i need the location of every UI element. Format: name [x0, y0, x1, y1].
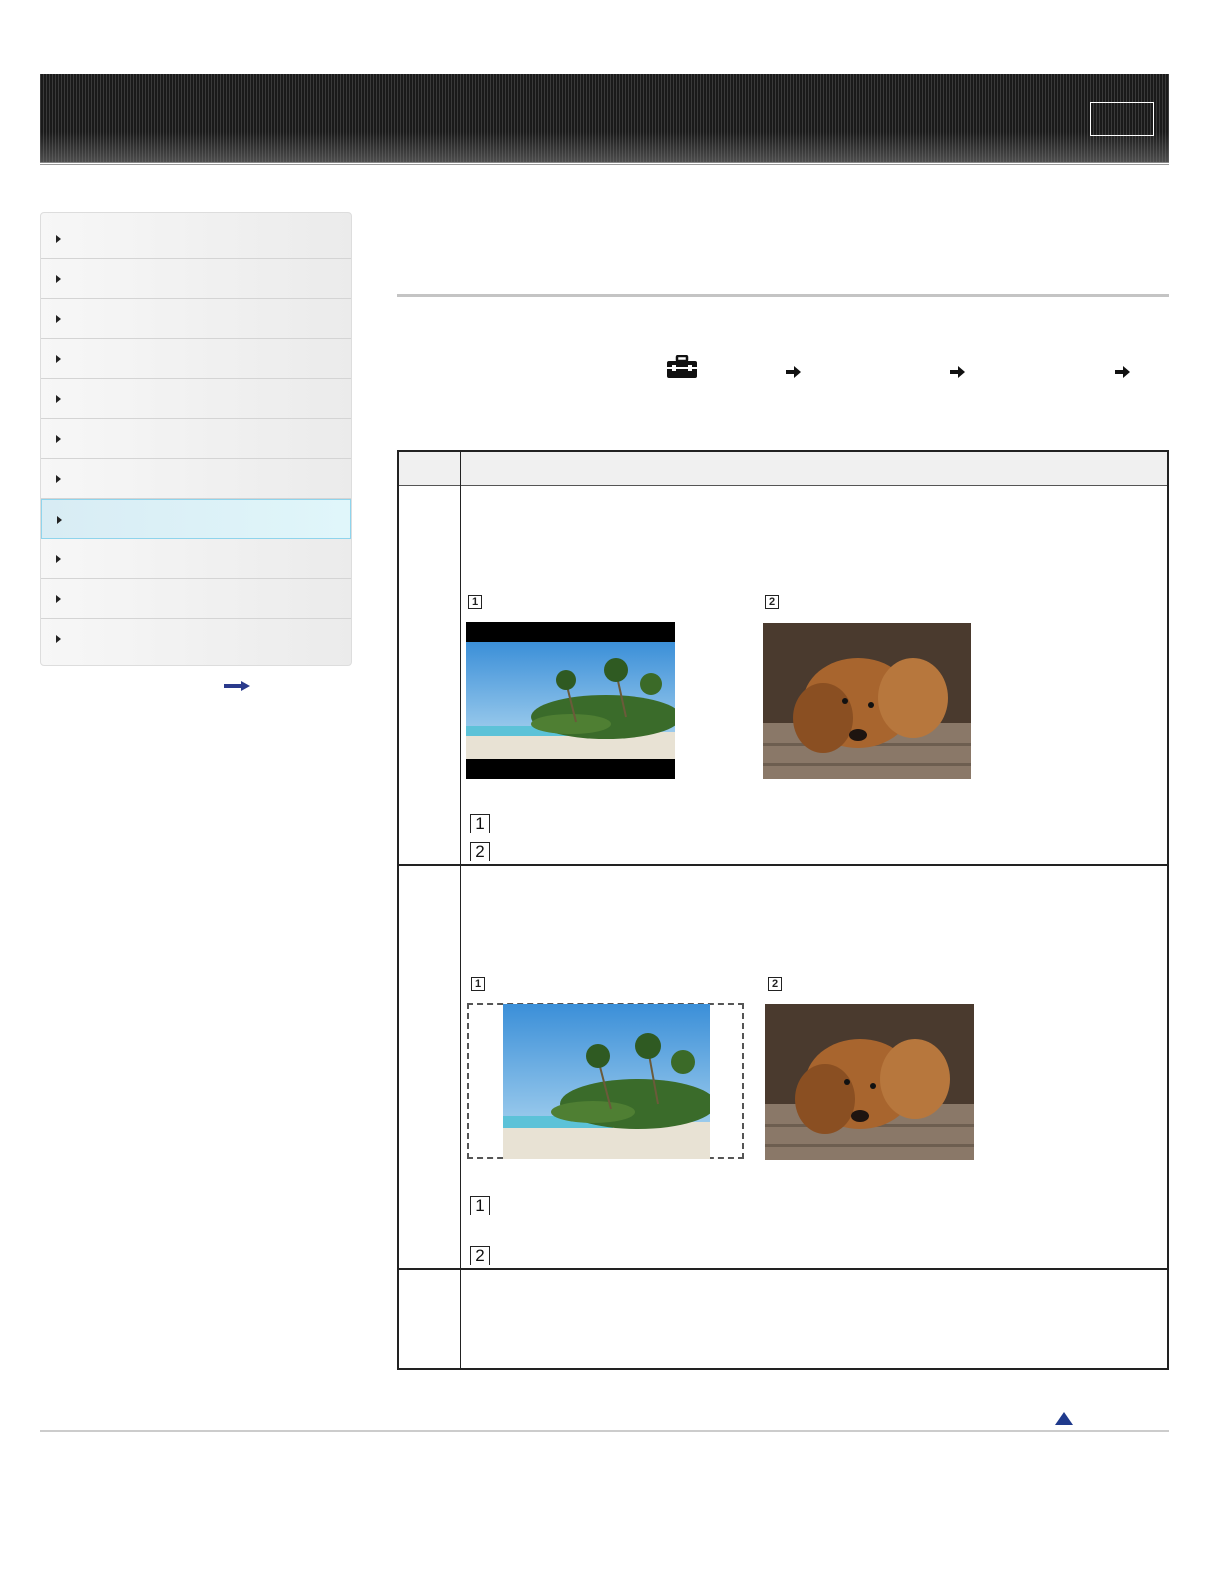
note-marker: 2	[470, 1246, 490, 1265]
note-marker: 1	[470, 814, 490, 833]
sidebar-item[interactable]	[41, 539, 351, 579]
triangle-right-icon	[57, 516, 62, 524]
column-divider	[460, 452, 461, 1368]
marker-label: 1	[468, 595, 482, 609]
sidebar-item[interactable]	[41, 379, 351, 419]
arrow-right-icon[interactable]	[224, 681, 250, 691]
sidebar-item[interactable]	[41, 579, 351, 619]
note-marker: 1	[470, 1196, 490, 1215]
toolbox-icon	[667, 355, 697, 378]
sidebar-item[interactable]	[41, 219, 351, 259]
dog-image	[763, 623, 971, 779]
header-button[interactable]	[1090, 102, 1154, 136]
header-divider	[40, 164, 1169, 165]
dog-image	[765, 1004, 974, 1160]
beach-image-letterboxed	[466, 622, 675, 779]
row-divider	[399, 864, 1167, 866]
sidebar-item[interactable]	[41, 419, 351, 459]
arrow-right-icon	[950, 366, 965, 378]
marker-label: 1	[471, 977, 485, 991]
marker-label: 2	[768, 977, 782, 991]
sidebar-item[interactable]	[41, 299, 351, 339]
title-divider	[397, 294, 1169, 297]
beach-image-cropped	[503, 1004, 710, 1159]
triangle-right-icon	[56, 435, 61, 443]
triangle-right-icon	[56, 395, 61, 403]
arrow-right-icon	[786, 366, 801, 378]
sidebar-item-active[interactable]	[41, 499, 351, 539]
header-banner	[40, 74, 1169, 163]
row-divider	[399, 1268, 1167, 1270]
settings-table	[397, 450, 1169, 1370]
sidebar-item[interactable]	[41, 459, 351, 499]
triangle-right-icon	[56, 355, 61, 363]
triangle-right-icon	[56, 635, 61, 643]
back-to-top-icon[interactable]	[1055, 1412, 1073, 1426]
sidebar-item[interactable]	[41, 339, 351, 379]
triangle-right-icon	[56, 555, 61, 563]
footer-divider	[40, 1430, 1169, 1432]
sidebar-nav	[40, 212, 352, 666]
triangle-right-icon	[56, 235, 61, 243]
table-header	[399, 452, 1167, 486]
note-marker: 2	[470, 842, 490, 861]
triangle-right-icon	[56, 595, 61, 603]
marker-label: 2	[765, 595, 779, 609]
sidebar-item[interactable]	[41, 259, 351, 299]
triangle-right-icon	[56, 315, 61, 323]
arrow-right-icon	[1115, 366, 1130, 378]
triangle-right-icon	[56, 275, 61, 283]
triangle-right-icon	[56, 475, 61, 483]
sidebar-item[interactable]	[41, 619, 351, 659]
